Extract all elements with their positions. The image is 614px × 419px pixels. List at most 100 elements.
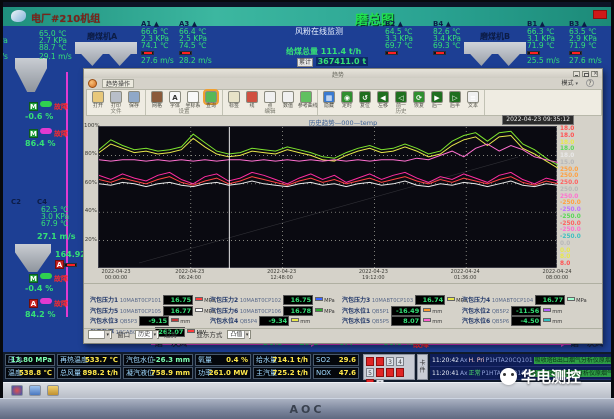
ribbon-button-参考曲线[interactable]: 参考曲线 [297,91,315,109]
trend-plot[interactable] [98,126,557,268]
ribbon-button-左移[interactable]: ◀左移 [374,91,392,109]
pen-unit: MPa [576,298,587,304]
alarm-square[interactable] [376,368,384,377]
ribbon-button-隐藏[interactable]: ▦隐藏 [320,91,338,109]
fault-label: 故障 [54,275,68,283]
ribbon-button-复位[interactable]: ↺复位 [356,91,374,109]
app-logo-icon[interactable] [88,79,97,88]
alarm-square[interactable] [366,357,374,366]
ribbon-items: 网格A字体坐标系查询 [148,91,220,109]
corner-alarm-icon[interactable] [593,10,607,19]
tab-trend-operation[interactable]: 趋势操作 [102,79,134,88]
ribbon-button-后半[interactable]: ▷后半 [446,91,464,109]
legend-pen-汽包压力4[interactable]: 汽包压力4 10MABT0CP10416.77MPa [462,287,587,297]
ribbon-button-恢复[interactable]: ⟳恢复 [410,91,428,109]
pen-color-chip [315,308,323,312]
legend-pen-汽包压力5[interactable]: 汽包压力5 10MABT0CP10516.77MPa [90,298,215,308]
ribbon-button-数值[interactable]: 数值 [279,91,297,109]
sensor-column-B4: B4 ▲82.6 ℃3.4 KPa69.3 ℃ [433,21,479,57]
alarm-square[interactable] [396,368,404,377]
ribbon-button-网格[interactable]: 网格 [148,91,166,109]
pen-value: 8.07 [391,316,421,326]
status-value: 538.8 ℃ [19,368,52,378]
ribbon-button-查询[interactable]: 查询 [202,91,220,109]
feeder-a[interactable]: A故障 [29,298,68,309]
toolbar-icon: ≡ [467,91,479,103]
alarm-chip [433,51,446,55]
alarm-square[interactable] [376,357,384,366]
ribbon-button-坐标系[interactable]: 坐标系 [184,91,202,109]
ribbon-button-点[interactable]: 点 [261,91,279,109]
damper-m2[interactable]: M故障 [29,128,68,139]
ribbon-button-后一[interactable]: ▶后一 [428,91,446,109]
ribbon-button-label: 数值 [280,103,296,108]
legend-pen-汽包水位3[interactable]: 汽包水位3 QB5P3-9.15mm [90,308,190,318]
sensor-t2: 69.3 ℃ [433,42,479,49]
legend-pen-汽包水位6[interactable]: 汽包水位6 QB5P6-4.50mm [462,308,562,318]
help-icon[interactable] [586,79,594,87]
damper-m3[interactable]: M故障 [29,273,68,284]
ribbon-button-label: 前一 [393,103,409,108]
card-label[interactable]: 卡件 [417,354,428,380]
minimize-icon[interactable] [573,71,580,77]
taskbar-app2-icon[interactable] [29,385,41,396]
ribbon-button-文本[interactable]: ≡文本 [464,91,482,109]
status-label: 汽包水位 [126,356,154,364]
maximize-icon[interactable] [582,71,589,77]
legend-pen-汽包水位4[interactable]: 汽包水位4 QB5P4-9.34mm [210,308,310,318]
ribbon-button-保存[interactable]: 保存 [125,91,143,109]
ribbon-button-打开[interactable]: 打开 [89,91,107,109]
ribbon-button-定时[interactable]: ◉定时 [338,91,356,109]
ribbon-button-线[interactable]: 线 [243,91,261,109]
right-scale-value: 250.0 [560,173,600,180]
trend-window-titlebar[interactable]: 趋势 [84,69,602,78]
ribbon-button-字体[interactable]: A字体 [166,91,184,109]
pen-combo[interactable] [88,330,112,339]
x-tick: 2022-04-2300:00:00 [88,270,144,281]
taskbar-app1-icon[interactable] [11,385,23,396]
coal-hopper-1 [15,58,47,92]
ribbon-group-3: ▦隐藏◉定时↺复位◀左移◁前一⟳恢复▶后一▷后半≡文本历史 [318,90,485,115]
alarm-square[interactable] [386,368,394,377]
status-氧量: 氧量0.4 % [195,354,251,366]
legend-pen-汽包压力1[interactable]: 汽包压力1 10MABT0CP10116.75MPa [90,287,215,297]
sensor-t2: 71.9 ℃ [569,42,611,49]
watermark: 华电测控 [500,366,581,387]
toolbar-icon [228,91,240,103]
right-scale-value: 250.0 [560,187,600,194]
right-scale-column: 18.018.018.018.018.015.0250.0250.0250.02… [560,126,600,268]
legend-pen-汽包水位1[interactable]: 汽包水位1 QB5P1-16.49mm [342,298,442,308]
ribbon-button-打印[interactable]: 打印 [107,91,125,109]
status-label: SO2 [316,356,330,364]
alarm-square[interactable]: 4 [396,357,404,366]
legend-pen-汽包压力2[interactable]: 汽包压力2 10MABT0CP10216.75MPa [210,287,335,297]
legend-pen-汽包水位2[interactable]: 汽包水位2 QB5P2-11.56mm [462,298,562,308]
log-message: 吸收塔B出口烟气分析仪原烟气 [534,357,611,364]
mode-dropdown[interactable]: 模式 [561,79,578,88]
taskbar-app3-icon[interactable] [47,385,59,396]
legend-pen-汽包压力6[interactable]: 汽包压力6 10MABT0CP10616.78MPa [210,298,335,308]
ribbon-button-标签[interactable]: 标签 [225,91,243,109]
fault-label: 故障 [54,300,68,308]
display-mode-combo[interactable]: 凸值 [227,330,251,339]
mill-b-label: 磨煤机B [480,31,510,42]
ribbon-button-前一[interactable]: ◁前一 [392,91,410,109]
status-温度: 温度538.8 ℃ [5,367,55,379]
damper-m1[interactable]: M故障 [29,101,68,112]
legend-pen-汽包压力3[interactable]: 汽包压力3 10MABT0CP10316.74MPa [342,287,467,297]
right-scale-value: 18.0 [560,126,600,133]
close-icon[interactable] [591,71,598,77]
legend-pen-发电功率[interactable]: 发电功率 10CAB01TQ01262.07MW [90,319,206,329]
pen-value: -4.50 [511,316,541,326]
window-combo[interactable]: 历史 [135,330,159,339]
monitor-photo: 电厂#210机组 磨总图 风粉在线监测 磨煤机A 磨煤机B 给煤总量 111.4… [0,0,614,419]
legend-pen-汽包水位5[interactable]: 汽包水位5 QB5P58.07mm [342,308,442,318]
feeder-alarm[interactable]: A [55,260,77,269]
alarm-square[interactable]: 5 [366,368,374,377]
sensor-speed: 7 m/s [3,53,33,60]
pen-unit: MPa [324,309,335,315]
alarm-square[interactable]: 3 [386,357,394,366]
chart-header: 历史趋势—000—temp 2022-04-23 09:35:12 [84,117,602,126]
status-label: 总风量 [60,369,81,377]
sensor-speed: 28.2 m/s [179,57,225,64]
